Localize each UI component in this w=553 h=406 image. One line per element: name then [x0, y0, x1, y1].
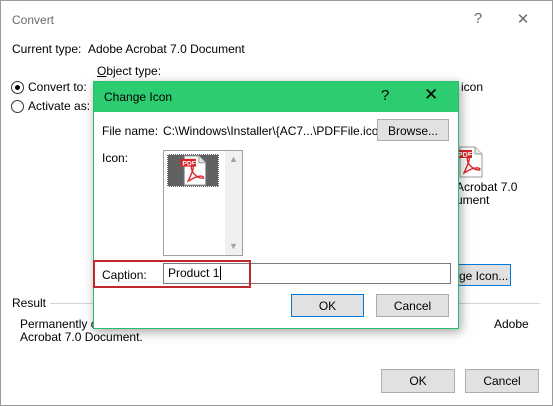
object-type-label-rest: bject type:	[106, 64, 162, 78]
result-label: Result	[12, 296, 47, 310]
object-type-label: Object type:	[97, 64, 162, 78]
browse-label: Browse...	[387, 124, 438, 138]
pdf-file-icon: PDF	[180, 155, 207, 186]
change-icon-cancel-button[interactable]: Cancel	[376, 294, 449, 317]
change-icon-help-button[interactable]: ?	[381, 87, 389, 104]
change-icon-close-button[interactable]: ✕	[424, 85, 438, 105]
icon-caption-line2: ument	[456, 193, 490, 207]
change-icon-ok-button[interactable]: OK	[291, 294, 364, 317]
display-as-icon-label[interactable]: icon	[461, 80, 483, 94]
result-text-line1-end: Adobe	[494, 317, 529, 331]
scroll-up-icon[interactable]: ▲	[229, 154, 238, 164]
icon-list[interactable]: PDF ▲ ▼	[163, 150, 243, 256]
convert-title: Convert	[12, 13, 55, 27]
convert-cancel-button[interactable]: Cancel	[465, 369, 539, 393]
change-icon-title: Change Icon	[104, 90, 173, 104]
icon-caption-line1: Acrobat 7.0	[456, 180, 518, 194]
result-text-line2: Acrobat 7.0 Document.	[20, 330, 143, 344]
pdf-file-icon: PDF	[456, 146, 483, 178]
browse-button[interactable]: Browse...	[377, 119, 449, 141]
icon-list-scrollbar[interactable]: ▲ ▼	[225, 151, 242, 255]
convert-help-button[interactable]: ?	[468, 10, 488, 27]
current-type-value: Adobe Acrobat 7.0 Document	[88, 42, 245, 56]
svg-text:PDF: PDF	[182, 161, 196, 168]
current-type-label: Current type:	[12, 42, 82, 56]
convert-close-button[interactable]: ✕	[513, 10, 533, 28]
file-name-label: File name:	[102, 124, 159, 138]
convert-to-radio[interactable]	[11, 81, 24, 94]
file-name-value: C:\Windows\Installer\{AC7...\PDFFile.ico	[163, 124, 379, 138]
radio-selected-dot	[15, 85, 20, 90]
pdf-icon-preview: PDF	[456, 146, 484, 178]
convert-ok-button[interactable]: OK	[381, 369, 455, 393]
change-icon-dialog: Change Icon ? ✕ File name: C:\Windows\In…	[93, 81, 459, 329]
svg-text:PDF: PDF	[458, 152, 473, 159]
activate-as-radio[interactable]	[11, 100, 24, 113]
scroll-down-icon[interactable]: ▼	[229, 241, 238, 251]
icon-list-item-selected[interactable]: PDF	[167, 154, 219, 187]
change-icon-titlebar: Change Icon ? ✕	[94, 82, 458, 112]
activate-as-label[interactable]: Activate as:	[28, 99, 90, 113]
icon-label: Icon:	[102, 151, 129, 165]
caption-highlight-box	[93, 260, 251, 288]
convert-to-label[interactable]: Convert to:	[28, 80, 87, 94]
